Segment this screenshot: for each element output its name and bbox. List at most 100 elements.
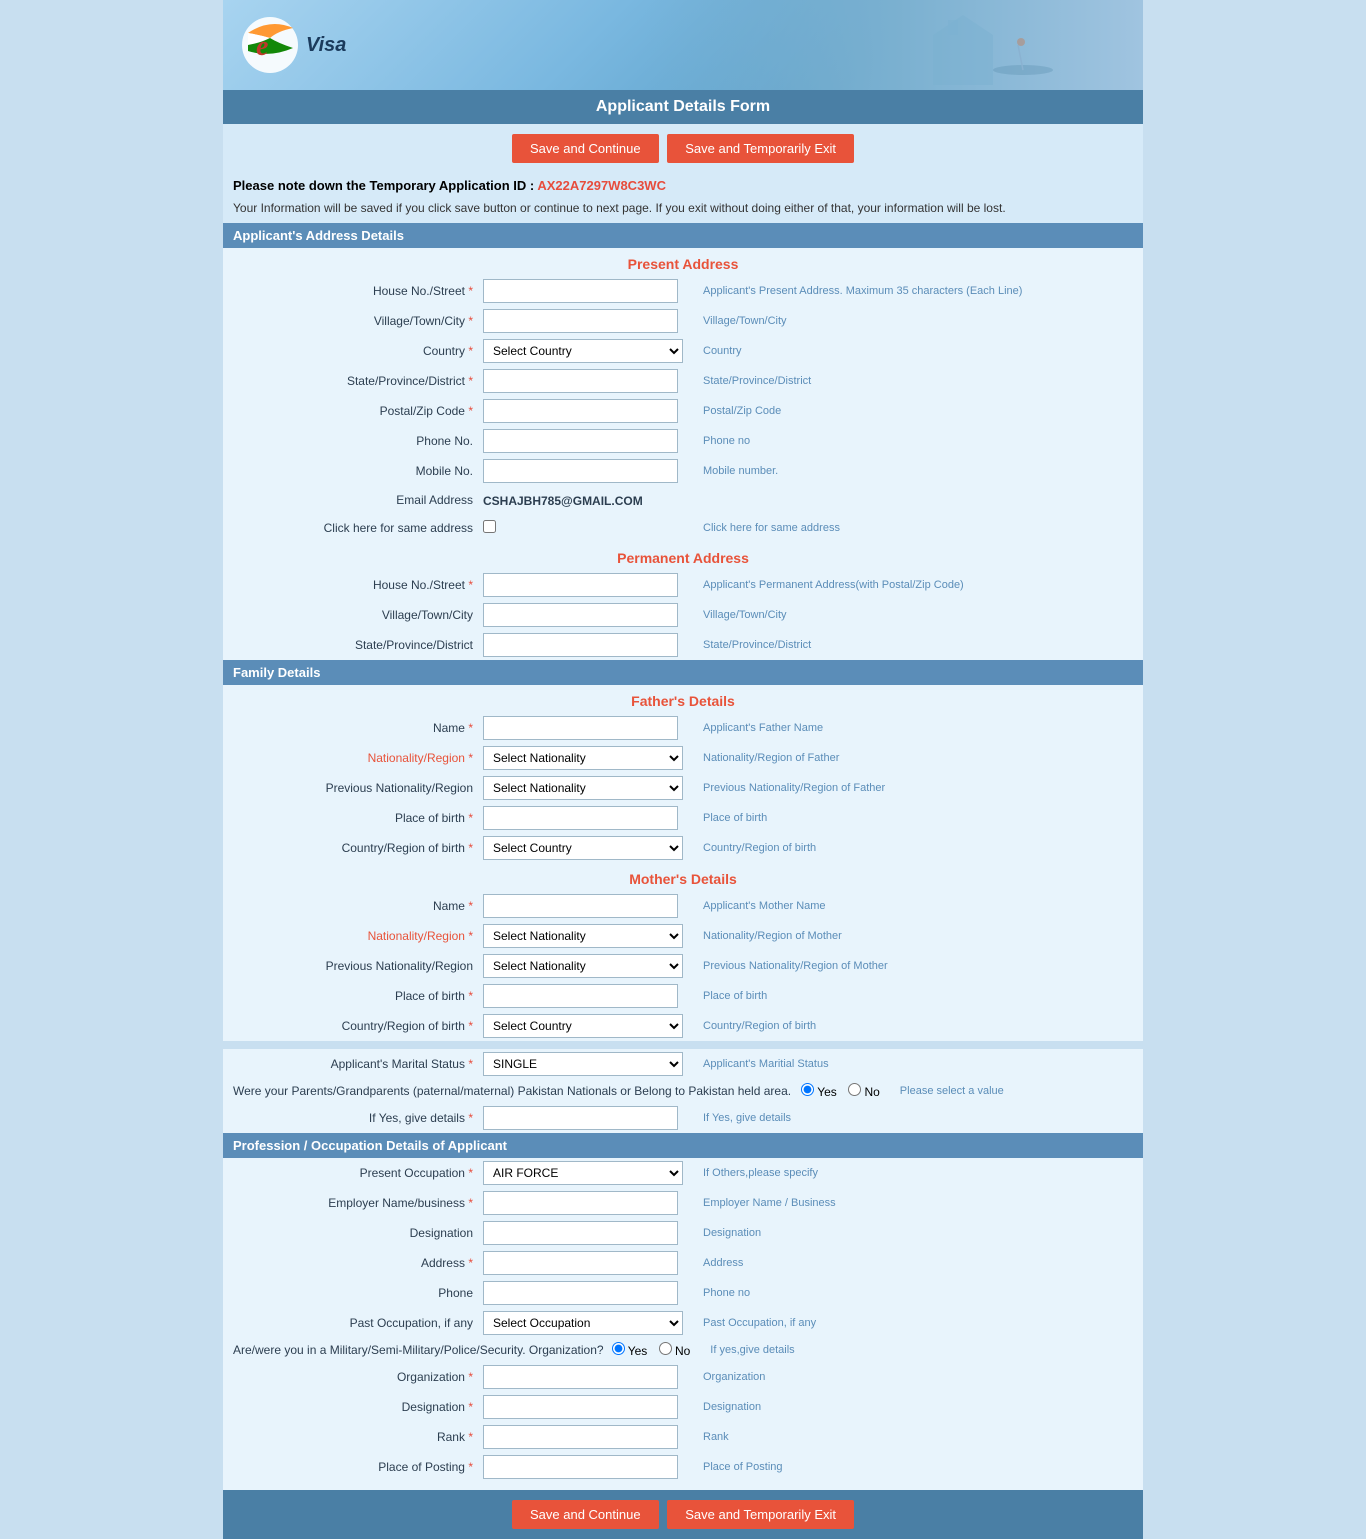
- state-input[interactable]: [483, 369, 678, 393]
- organization-hint: Organization: [683, 1371, 1133, 1383]
- designation2-input[interactable]: [483, 1395, 678, 1419]
- email-label: Email Address: [233, 493, 483, 507]
- present-occupation-hint: If Others,please specify: [683, 1167, 1133, 1179]
- mother-birth-hint: Place of birth: [683, 990, 1133, 1002]
- state-row: State/Province/District State/Province/D…: [223, 366, 1143, 396]
- svg-text:e: e: [256, 31, 268, 62]
- save-exit-button-bottom[interactable]: Save and Temporarily Exit: [667, 1500, 854, 1529]
- pakistan-no-label[interactable]: No: [848, 1085, 880, 1099]
- designation-input[interactable]: [483, 1221, 678, 1245]
- house-street-input[interactable]: [483, 279, 678, 303]
- military-hint: If yes,give details: [710, 1344, 794, 1356]
- pakistan-yes-radio[interactable]: [801, 1083, 814, 1096]
- mother-birth-label: Place of birth: [233, 989, 483, 1003]
- mobile-input[interactable]: [483, 459, 678, 483]
- house-street-hint: Applicant's Present Address. Maximum 35 …: [683, 285, 1133, 297]
- if-yes-row: If Yes, give details If Yes, give detail…: [223, 1103, 1143, 1133]
- employer-name-input[interactable]: [483, 1191, 678, 1215]
- same-address-checkbox-cell: [483, 520, 683, 536]
- mother-birth-input-cell: [483, 984, 683, 1008]
- save-continue-button-bottom[interactable]: Save and Continue: [512, 1500, 659, 1529]
- perm-house-label: House No./Street: [233, 578, 483, 592]
- save-exit-button-top[interactable]: Save and Temporarily Exit: [667, 134, 854, 163]
- military-no-radio[interactable]: [659, 1342, 672, 1355]
- father-nationality-select[interactable]: Select Nationality: [483, 746, 683, 770]
- same-address-row: Click here for same address Click here f…: [223, 514, 1143, 542]
- military-yes-radio[interactable]: [612, 1342, 625, 1355]
- designation-hint: Designation: [683, 1227, 1133, 1239]
- if-yes-input[interactable]: [483, 1106, 678, 1130]
- postal-row: Postal/Zip Code Postal/Zip Code: [223, 396, 1143, 426]
- village-input[interactable]: [483, 309, 678, 333]
- mother-country-birth-select[interactable]: Select Country: [483, 1014, 683, 1038]
- father-prev-nationality-row: Previous Nationality/Region Select Natio…: [223, 773, 1143, 803]
- father-country-birth-hint: Country/Region of birth: [683, 842, 1133, 854]
- rank-row: Rank Rank: [223, 1422, 1143, 1452]
- past-occupation-select[interactable]: Select Occupation: [483, 1311, 683, 1335]
- designation2-label: Designation: [233, 1400, 483, 1414]
- rank-input[interactable]: [483, 1425, 678, 1449]
- father-prev-nationality-select[interactable]: Select Nationality: [483, 776, 683, 800]
- military-yes-label[interactable]: Yes: [612, 1344, 651, 1358]
- village-hint: Village/Town/City: [683, 315, 1133, 327]
- if-yes-hint: If Yes, give details: [683, 1112, 1133, 1124]
- military-no-label[interactable]: No: [659, 1344, 691, 1358]
- perm-village-input-cell: [483, 603, 683, 627]
- save-continue-button-top[interactable]: Save and Continue: [512, 134, 659, 163]
- perm-village-label: Village/Town/City: [233, 608, 483, 622]
- perm-village-input[interactable]: [483, 603, 678, 627]
- father-details-header: Father's Details: [223, 685, 1143, 713]
- pakistan-hint: Please select a value: [900, 1085, 1004, 1097]
- organization-row: Organization Organization: [223, 1362, 1143, 1392]
- father-birth-row: Place of birth Place of birth: [223, 803, 1143, 833]
- past-occupation-hint: Past Occupation, if any: [683, 1317, 1133, 1329]
- postal-input[interactable]: [483, 399, 678, 423]
- organization-input[interactable]: [483, 1365, 678, 1389]
- mother-birth-input[interactable]: [483, 984, 678, 1008]
- mother-nationality-select[interactable]: Select Nationality: [483, 924, 683, 948]
- mother-nationality-label: Nationality/Region: [233, 929, 483, 943]
- present-occupation-row: Present Occupation AIR FORCE ARMY NAVY P…: [223, 1158, 1143, 1188]
- organization-label: Organization: [233, 1370, 483, 1384]
- father-birth-input[interactable]: [483, 806, 678, 830]
- marital-status-select[interactable]: SINGLE MARRIED DIVORCED WIDOWED: [483, 1052, 683, 1076]
- mother-country-birth-label: Country/Region of birth: [233, 1019, 483, 1033]
- father-country-birth-select[interactable]: Select Country: [483, 836, 683, 860]
- father-birth-hint: Place of birth: [683, 812, 1133, 824]
- country-select[interactable]: Select Country: [483, 339, 683, 363]
- past-occupation-select-cell: Select Occupation: [483, 1311, 683, 1335]
- mother-prev-nationality-row: Previous Nationality/Region Select Natio…: [223, 951, 1143, 981]
- occ-address-input[interactable]: [483, 1251, 678, 1275]
- pakistan-no-radio[interactable]: [848, 1083, 861, 1096]
- country-select-cell: Select Country: [483, 339, 683, 363]
- military-row: Are/were you in a Military/Semi-Military…: [223, 1338, 1143, 1362]
- past-occupation-row: Past Occupation, if any Select Occupatio…: [223, 1308, 1143, 1338]
- same-address-checkbox[interactable]: [483, 520, 496, 533]
- perm-state-label: State/Province/District: [233, 638, 483, 652]
- mother-name-input[interactable]: [483, 894, 678, 918]
- mother-nationality-row: Nationality/Region Select Nationality Na…: [223, 921, 1143, 951]
- occ-phone-input[interactable]: [483, 1281, 678, 1305]
- perm-house-input[interactable]: [483, 573, 678, 597]
- phone-input[interactable]: [483, 429, 678, 453]
- place-posting-input[interactable]: [483, 1455, 678, 1479]
- mother-prev-nationality-hint: Previous Nationality/Region of Mother: [683, 960, 1133, 972]
- present-occupation-select[interactable]: AIR FORCE ARMY NAVY POLICE OTHER: [483, 1161, 683, 1185]
- mother-prev-nationality-select[interactable]: Select Nationality: [483, 954, 683, 978]
- village-input-cell: [483, 309, 683, 333]
- rank-label: Rank: [233, 1430, 483, 1444]
- email-value: CSHAJBH785@GMAIL.COM: [483, 494, 643, 508]
- past-occupation-label: Past Occupation, if any: [233, 1316, 483, 1330]
- header-decoration: [863, 5, 1063, 88]
- profession-section-header: Profession / Occupation Details of Appli…: [223, 1133, 1143, 1158]
- organization-input-cell: [483, 1365, 683, 1389]
- same-address-hint: Click here for same address: [683, 522, 1133, 534]
- pakistan-row: Were your Parents/Grandparents (paternal…: [223, 1079, 1143, 1103]
- perm-state-input[interactable]: [483, 633, 678, 657]
- father-name-input[interactable]: [483, 716, 678, 740]
- email-row: Email Address CSHAJBH785@GMAIL.COM: [223, 486, 1143, 514]
- pakistan-yes-label[interactable]: Yes: [801, 1085, 840, 1099]
- present-address-header: Present Address: [223, 248, 1143, 276]
- place-posting-input-cell: [483, 1455, 683, 1479]
- father-country-birth-label: Country/Region of birth: [233, 841, 483, 855]
